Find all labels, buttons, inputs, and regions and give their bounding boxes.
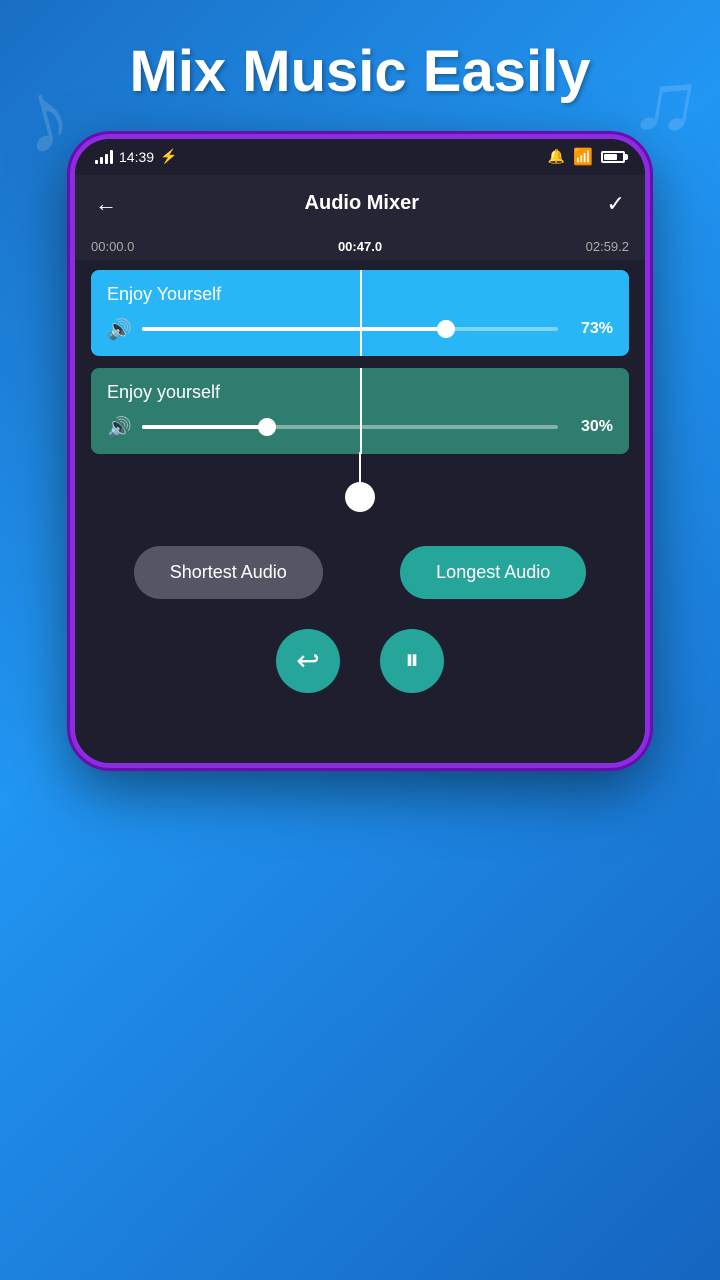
page-title: Mix Music Easily bbox=[110, 0, 611, 134]
wifi-icon: 📶 bbox=[573, 147, 593, 167]
app-bar-title: Audio Mixer bbox=[305, 192, 419, 215]
status-time: 14:39 bbox=[119, 149, 154, 165]
pause-button[interactable]: ⏸ bbox=[380, 629, 444, 693]
track-2-percent: 30% bbox=[568, 418, 613, 436]
bell-icon: 🔔 bbox=[548, 148, 565, 165]
status-left: 14:39 ⚡ bbox=[95, 148, 177, 165]
music-note-right: ♫ bbox=[624, 45, 708, 158]
replay-icon: ↩ bbox=[296, 644, 319, 677]
track-1-slider[interactable] bbox=[142, 327, 558, 331]
track-1-volume-icon: 🔊 bbox=[107, 317, 132, 342]
app-bar: ← Audio Mixer ✓ bbox=[75, 175, 645, 233]
phone-frame: 14:39 ⚡ 🔔 📶 ← Audio Mixer ✓ 00:00.0 00:4… bbox=[70, 134, 650, 768]
audio-buttons-row: Shortest Audio Longest Audio bbox=[75, 526, 645, 609]
back-button[interactable]: ← bbox=[95, 191, 117, 217]
status-bar: 14:39 ⚡ 🔔 📶 bbox=[75, 139, 645, 175]
timeline-current: 00:47.0 bbox=[338, 239, 382, 254]
pause-icon: ⏸ bbox=[405, 644, 419, 677]
scrubber-area[interactable] bbox=[91, 466, 629, 516]
usb-icon: ⚡ bbox=[160, 148, 177, 165]
track-2: Enjoy yourself 🔊 30% bbox=[91, 368, 629, 454]
signal-icon bbox=[95, 150, 113, 164]
track-2-slider[interactable] bbox=[142, 425, 558, 429]
replay-button[interactable]: ↩ bbox=[276, 629, 340, 693]
track-1-percent: 73% bbox=[568, 320, 613, 338]
bottom-space bbox=[75, 723, 645, 763]
battery-icon bbox=[601, 151, 625, 163]
timeline-start: 00:00.0 bbox=[91, 239, 134, 254]
timeline-end: 02:59.2 bbox=[586, 239, 629, 254]
timeline: 00:00.0 00:47.0 02:59.2 bbox=[75, 233, 645, 260]
playback-controls: ↩ ⏸ bbox=[75, 609, 645, 723]
content-area: Enjoy Yourself 🔊 73% Enjoy yourself 🔊 bbox=[75, 260, 645, 526]
longest-audio-button[interactable]: Longest Audio bbox=[400, 546, 586, 599]
status-right: 🔔 📶 bbox=[548, 147, 625, 167]
shortest-audio-button[interactable]: Shortest Audio bbox=[134, 546, 323, 599]
track-1: Enjoy Yourself 🔊 73% bbox=[91, 270, 629, 356]
track-2-volume-icon: 🔊 bbox=[107, 415, 132, 440]
confirm-button[interactable]: ✓ bbox=[607, 191, 625, 217]
